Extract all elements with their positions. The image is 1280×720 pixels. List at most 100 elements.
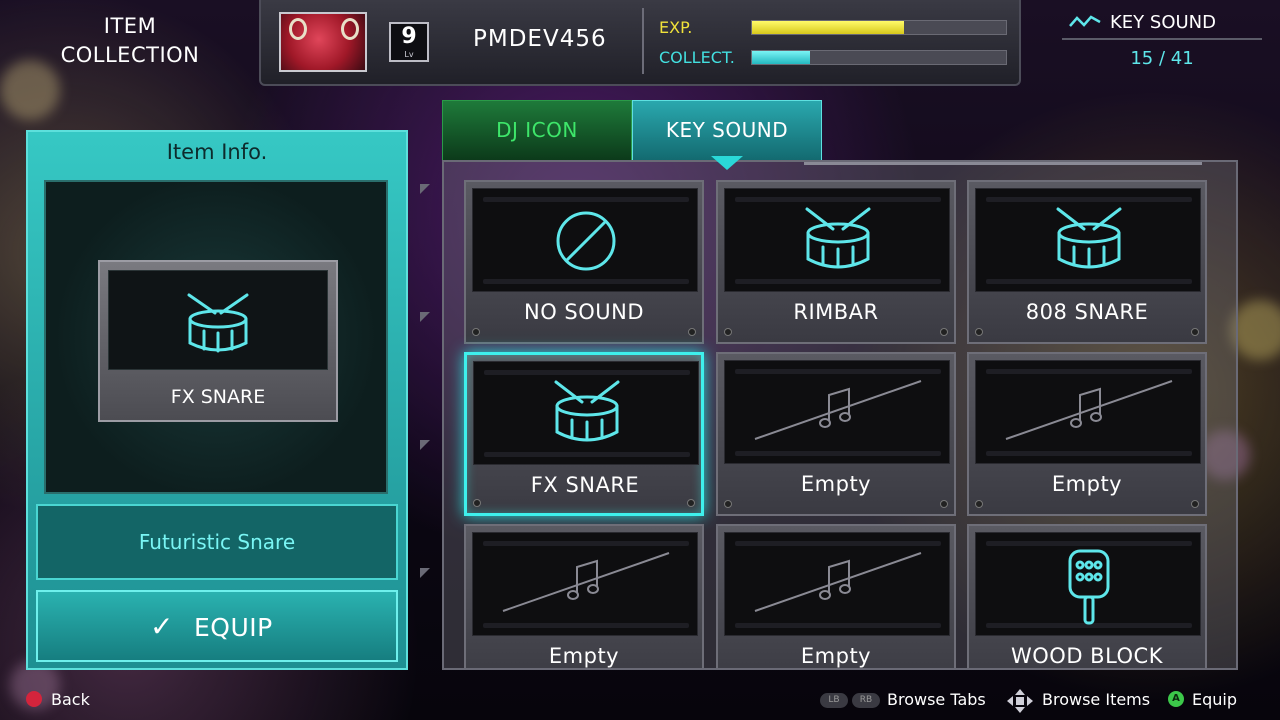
item-description: Futuristic Snare [36, 504, 398, 580]
item-slot-label: RIMBAR [793, 300, 879, 324]
avatar-horn [289, 18, 307, 40]
page-title-line: COLLECTION [60, 43, 200, 67]
row-marker [420, 568, 430, 578]
item-slot-screen [472, 188, 698, 292]
drum-icon [187, 293, 249, 353]
collect-bar [751, 50, 1007, 65]
item-slot-screen [724, 188, 950, 292]
username: PMDEV456 [473, 26, 607, 52]
item-slot-label: Empty [548, 644, 620, 668]
profile-bar: 9 Lv PMDEV456 EXP. COLLECT. [259, 0, 1021, 86]
row-marker [420, 440, 430, 450]
no-sound-icon [556, 211, 616, 271]
item-preview-card: FX SNARE [98, 260, 338, 422]
exp-bar [751, 20, 1007, 35]
avatar [279, 12, 367, 72]
item-slot[interactable]: Empty [464, 524, 704, 668]
item-preview-screen [108, 270, 328, 370]
item-slot-screen [975, 188, 1201, 292]
item-slot-label: 808 SNARE [1025, 300, 1149, 324]
b-button-icon [26, 691, 42, 707]
tab-key-sound[interactable]: KEY SOUND [632, 100, 822, 160]
level-badge: 9 Lv [389, 22, 429, 62]
waveform-icon [1069, 15, 1101, 27]
hint-back[interactable]: Back [51, 690, 90, 709]
item-slot-screen [724, 360, 950, 464]
hint-browse-items: Browse Items [1042, 690, 1151, 709]
lb-button-icon: LB [820, 693, 848, 708]
slot-rivet [473, 499, 481, 507]
item-slot-label: Empty [800, 644, 872, 668]
slot-rivet [940, 500, 948, 508]
collect-label: COLLECT. [659, 48, 735, 67]
slot-rivet [724, 328, 732, 336]
music-note-icon [1005, 380, 1173, 440]
slot-rivet [724, 500, 732, 508]
item-slot[interactable]: Empty [716, 524, 956, 668]
item-preview-name: FX SNARE [170, 386, 266, 408]
item-slot-screen [472, 532, 698, 636]
level-number: 9 [401, 24, 417, 49]
equip-button[interactable]: ✓ EQUIP [36, 590, 398, 662]
page-title: ITEM COLLECTION [40, 12, 220, 70]
item-slot-label: WOOD BLOCK [1011, 644, 1163, 668]
item-slot-screen [473, 361, 699, 465]
item-slot-screen [724, 532, 950, 636]
checkmark-icon: ✓ [150, 610, 174, 643]
item-slot[interactable]: FX SNARE [464, 352, 704, 516]
item-slot[interactable]: WOOD BLOCK [967, 524, 1207, 668]
divider [642, 8, 644, 74]
counter-title: KEY SOUND [1110, 12, 1216, 33]
item-slot-label: Empty [1051, 472, 1123, 496]
item-slot[interactable]: Empty [716, 352, 956, 516]
rb-button-icon: RB [852, 693, 880, 708]
slot-rivet [687, 499, 695, 507]
item-preview: FX SNARE [44, 180, 388, 494]
item-slot-label: Empty [800, 472, 872, 496]
collect-bar-fill [752, 51, 811, 64]
item-slot-screen [975, 532, 1201, 636]
slot-rivet [688, 328, 696, 336]
dpad-icon [1007, 689, 1033, 713]
item-slot-label: NO SOUND [523, 300, 645, 324]
item-slot[interactable]: Empty [967, 352, 1207, 516]
counter-divider [1062, 38, 1262, 40]
row-marker [420, 184, 430, 194]
item-slot-label: FX SNARE [530, 473, 640, 497]
slot-rivet [940, 328, 948, 336]
a-button-icon: A [1168, 691, 1184, 707]
collection-counter: KEY SOUND 15 / 41 [1062, 0, 1262, 86]
item-slot[interactable]: 808 SNARE [967, 180, 1207, 344]
page-title-line: ITEM [103, 14, 157, 38]
slot-rivet [1191, 328, 1199, 336]
exp-bar-fill [752, 21, 905, 34]
counter-value: 15 / 41 [1130, 48, 1194, 69]
tab-dj-icon[interactable]: DJ ICON [442, 100, 632, 160]
avatar-horn [341, 18, 359, 40]
hint-browse-tabs: Browse Tabs [887, 690, 986, 709]
exp-label: EXP. [659, 18, 693, 37]
drum-icon [805, 207, 871, 269]
level-tag: Lv [404, 50, 414, 59]
slot-rivet [1191, 500, 1199, 508]
slot-rivet [975, 328, 983, 336]
item-slot[interactable]: RIMBAR [716, 180, 956, 344]
item-slot[interactable]: NO SOUND [464, 180, 704, 344]
equip-button-label: EQUIP [194, 613, 273, 642]
slot-rivet [472, 328, 480, 336]
item-info-panel: Item Info. FX SNARE Futuristic Snare ✓ E… [26, 130, 408, 670]
control-hints: Back LB RB Browse Tabs Browse Items A Eq… [0, 686, 1280, 716]
active-tab-pointer [711, 156, 743, 170]
slot-rivet [975, 500, 983, 508]
hint-equip[interactable]: Equip [1192, 690, 1237, 709]
music-note-icon [754, 380, 922, 440]
item-grid-panel: NO SOUND RIMBAR 808 SNARE FX SNARE Empty… [442, 160, 1238, 670]
music-note-icon [754, 552, 922, 612]
wood-block-icon [1068, 549, 1110, 625]
drum-icon [1056, 207, 1122, 269]
drum-icon [554, 380, 620, 442]
panel-rule [804, 162, 1202, 165]
item-slot-screen [975, 360, 1201, 464]
row-marker [420, 312, 430, 322]
music-note-icon [502, 552, 670, 612]
